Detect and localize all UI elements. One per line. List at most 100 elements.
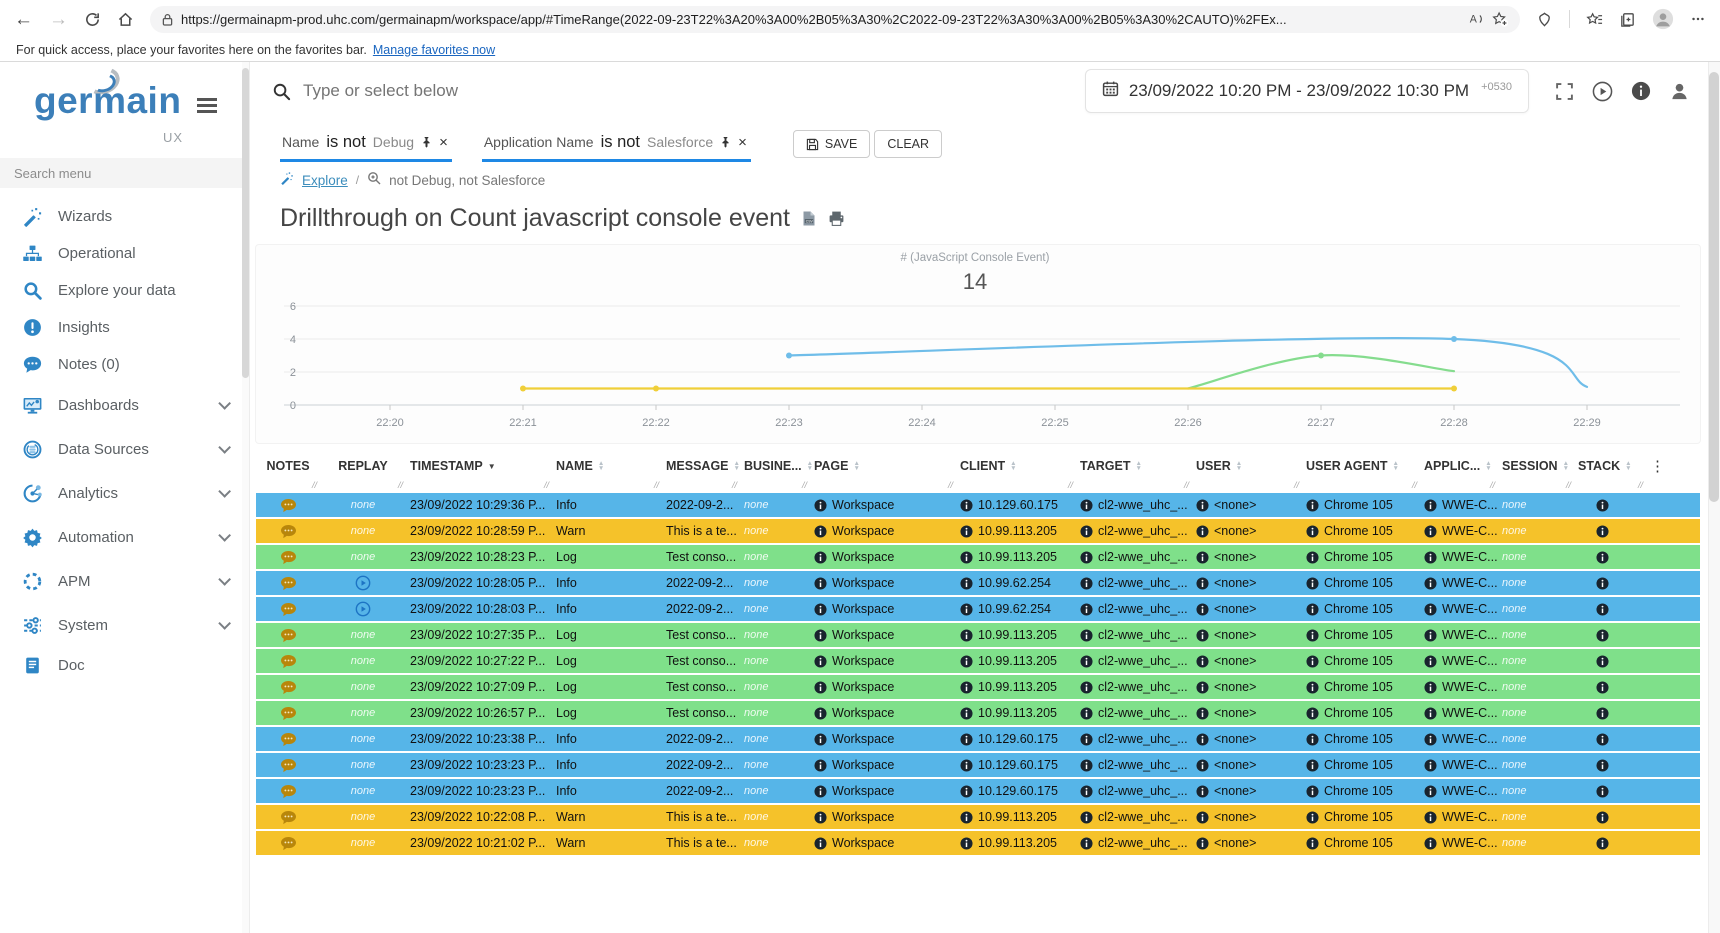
session-cell[interactable]: none — [1498, 753, 1574, 777]
name-cell[interactable]: Info — [552, 493, 662, 517]
table-row[interactable]: none23/09/2022 10:27:09 P...LogTest cons… — [256, 675, 1700, 699]
info-icon[interactable] — [1080, 759, 1093, 772]
info-icon[interactable] — [1596, 811, 1609, 824]
info-icon[interactable] — [1424, 733, 1437, 746]
table-row[interactable]: 23/09/2022 10:28:05 P...Info2022-09-2...… — [256, 571, 1700, 595]
session-cell[interactable]: none — [1498, 597, 1574, 621]
user-cell[interactable]: <none> — [1192, 727, 1302, 751]
table-row[interactable]: none23/09/2022 10:22:08 P...WarnThis is … — [256, 805, 1700, 829]
settings-menu-icon[interactable] — [1690, 11, 1706, 27]
client-cell[interactable]: 10.99.113.205 — [956, 519, 1076, 543]
business-cell[interactable]: none — [740, 519, 810, 543]
client-cell[interactable]: 10.99.113.205 — [956, 701, 1076, 725]
column-header-user-agent[interactable]: USER AGENT▲▼ — [1302, 453, 1420, 479]
table-row[interactable]: none23/09/2022 10:27:22 P...LogTest cons… — [256, 649, 1700, 673]
info-icon[interactable] — [1080, 499, 1093, 512]
info-icon[interactable] — [960, 603, 973, 616]
info-icon[interactable] — [1424, 525, 1437, 538]
info-icon[interactable] — [1080, 707, 1093, 720]
timestamp-cell[interactable]: 23/09/2022 10:23:23 P... — [406, 779, 552, 803]
notes-cell[interactable] — [256, 649, 320, 673]
info-icon[interactable] — [1596, 733, 1609, 746]
info-icon[interactable] — [1424, 681, 1437, 694]
user-cell[interactable]: <none> — [1192, 597, 1302, 621]
chevron-down-icon[interactable] — [218, 397, 231, 410]
column-header-stack[interactable]: STACK▲▼ — [1574, 453, 1646, 479]
message-cell[interactable]: Test conso... — [662, 701, 740, 725]
export-csv-icon[interactable]: CSV — [802, 210, 816, 227]
column-header-page[interactable]: PAGE▲▼ — [810, 453, 956, 479]
page-cell[interactable]: Workspace — [810, 701, 956, 725]
info-icon[interactable] — [814, 629, 827, 642]
message-cell[interactable]: 2022-09-2... — [662, 571, 740, 595]
info-icon[interactable] — [1306, 733, 1319, 746]
user-cell[interactable]: <none> — [1192, 545, 1302, 569]
read-aloud-icon[interactable]: A — [1468, 11, 1484, 27]
replay-cell[interactable]: none — [320, 649, 406, 673]
client-cell[interactable]: 10.99.113.205 — [956, 649, 1076, 673]
page-cell[interactable]: Workspace — [810, 649, 956, 673]
column-header-name[interactable]: NAME▲▼ — [552, 453, 662, 479]
user-agent-cell[interactable]: Chrome 105 — [1302, 493, 1420, 517]
info-icon[interactable] — [1080, 603, 1093, 616]
favorites-hub-icon[interactable] — [1586, 11, 1603, 28]
sidebar-search-input[interactable] — [0, 158, 249, 188]
application-cell[interactable]: WWE-C... — [1420, 779, 1498, 803]
business-cell[interactable]: none — [740, 649, 810, 673]
info-icon[interactable] — [1196, 681, 1209, 694]
target-cell[interactable]: cl2-wwe_uhc_... — [1076, 675, 1192, 699]
user-agent-cell[interactable]: Chrome 105 — [1302, 753, 1420, 777]
sidebar-item-operational[interactable]: Operational — [0, 235, 249, 272]
info-icon[interactable] — [1080, 551, 1093, 564]
column-header-user[interactable]: USER▲▼ — [1192, 453, 1302, 479]
sidebar-item-analytics[interactable]: Analytics — [0, 471, 249, 515]
business-cell[interactable]: none — [740, 831, 810, 855]
info-icon[interactable] — [1596, 837, 1609, 850]
business-cell[interactable]: none — [740, 701, 810, 725]
info-icon[interactable] — [1596, 577, 1609, 590]
note-comment-icon[interactable] — [280, 524, 297, 539]
application-cell[interactable]: WWE-C... — [1420, 649, 1498, 673]
sidebar-item-automation[interactable]: Automation — [0, 515, 249, 559]
info-icon[interactable] — [960, 629, 973, 642]
name-cell[interactable]: Info — [552, 571, 662, 595]
sidebar-item-insights[interactable]: Insights — [0, 309, 249, 346]
message-cell[interactable]: Test conso... — [662, 675, 740, 699]
target-cell[interactable]: cl2-wwe_uhc_... — [1076, 519, 1192, 543]
info-icon[interactable] — [1306, 759, 1319, 772]
user-account-icon[interactable] — [1669, 81, 1690, 102]
sidebar-item-apm[interactable]: APM — [0, 559, 249, 603]
table-row[interactable]: none23/09/2022 10:27:35 P...LogTest cons… — [256, 623, 1700, 647]
replay-cell[interactable]: none — [320, 545, 406, 569]
window-scrollbar[interactable] — [1708, 62, 1720, 933]
info-icon[interactable] — [1196, 551, 1209, 564]
note-comment-icon[interactable] — [280, 602, 297, 617]
breadcrumb-explore-link[interactable]: Explore — [302, 173, 348, 188]
info-icon[interactable] — [1196, 499, 1209, 512]
notes-cell[interactable] — [256, 805, 320, 829]
stack-cell[interactable] — [1574, 831, 1646, 855]
manage-favorites-link[interactable]: Manage favorites now — [373, 43, 495, 57]
close-icon[interactable]: × — [738, 134, 747, 151]
client-cell[interactable]: 10.129.60.175 — [956, 493, 1076, 517]
column-header-busine[interactable]: BUSINE...▲▼ — [740, 453, 810, 479]
notes-cell[interactable] — [256, 727, 320, 751]
chevron-down-icon[interactable] — [218, 529, 231, 542]
stack-cell[interactable] — [1574, 701, 1646, 725]
stack-cell[interactable] — [1574, 545, 1646, 569]
address-bar[interactable]: https://germainapm-prod.uhc.com/germaina… — [150, 6, 1520, 33]
session-cell[interactable]: none — [1498, 831, 1574, 855]
message-cell[interactable]: This is a te... — [662, 519, 740, 543]
target-cell[interactable]: cl2-wwe_uhc_... — [1076, 779, 1192, 803]
info-icon[interactable] — [1424, 707, 1437, 720]
timestamp-cell[interactable]: 23/09/2022 10:28:05 P... — [406, 571, 552, 595]
notes-cell[interactable] — [256, 623, 320, 647]
message-cell[interactable]: Test conso... — [662, 649, 740, 673]
info-icon[interactable] — [1080, 785, 1093, 798]
message-cell[interactable]: 2022-09-2... — [662, 493, 740, 517]
time-range-picker[interactable]: 23/09/2022 10:20 PM - 23/09/2022 10:30 P… — [1085, 69, 1529, 113]
notes-cell[interactable] — [256, 493, 320, 517]
application-cell[interactable]: WWE-C... — [1420, 545, 1498, 569]
stack-cell[interactable] — [1574, 493, 1646, 517]
user-agent-cell[interactable]: Chrome 105 — [1302, 597, 1420, 621]
